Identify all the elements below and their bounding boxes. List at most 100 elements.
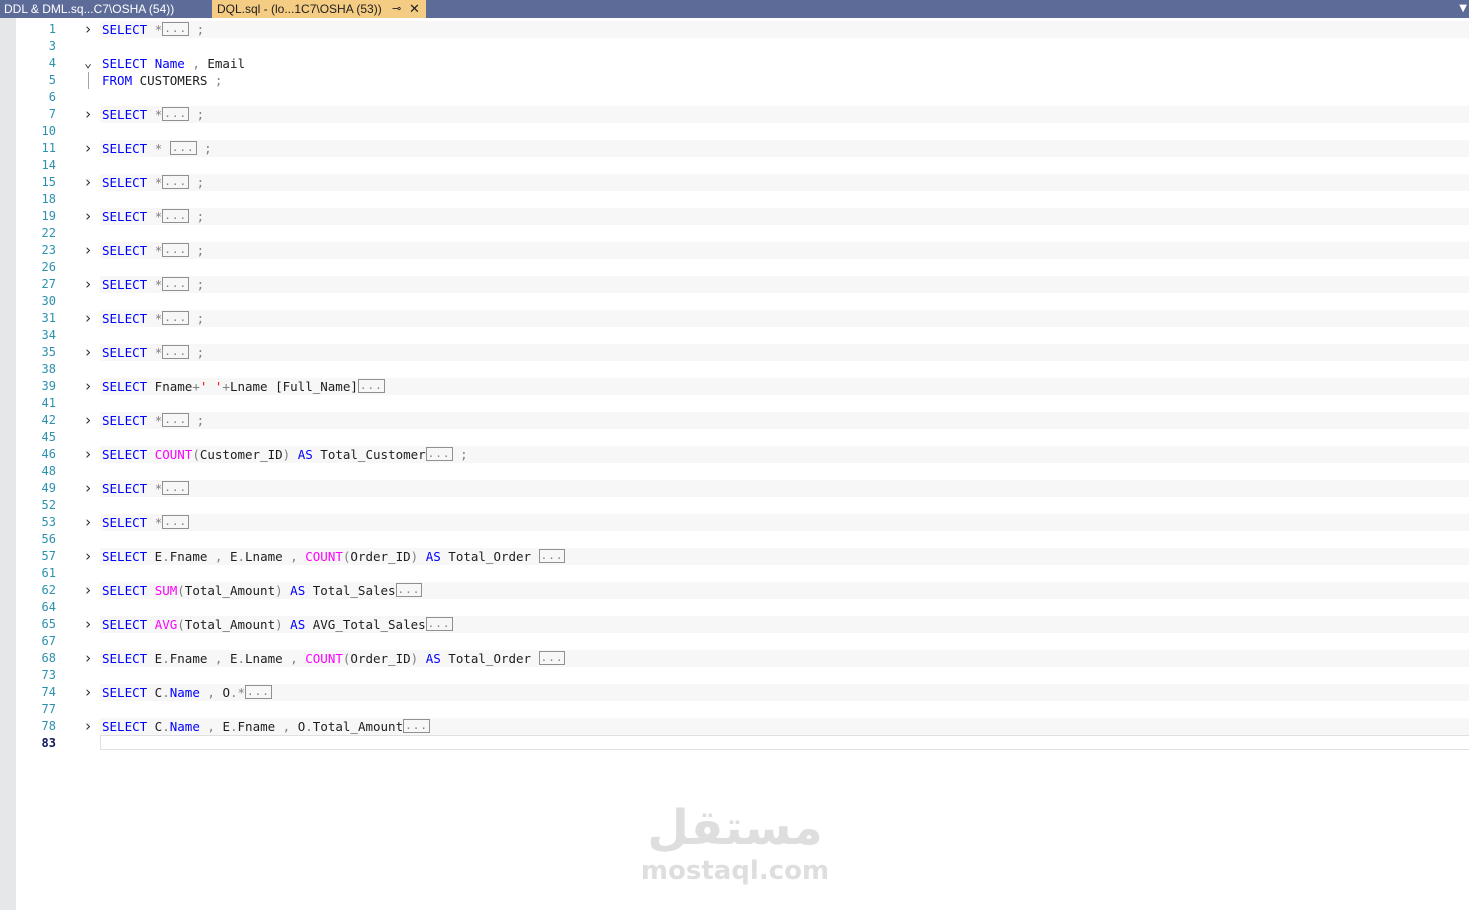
code-line[interactable]: 30 (16, 293, 1469, 310)
code-line[interactable]: 19 › SELECT *... ; (16, 208, 1469, 225)
chevron-right-icon[interactable]: › (82, 582, 94, 599)
pin-icon[interactable]: ⊸ (392, 0, 401, 18)
code-line[interactable]: 7 › SELECT *... ; (16, 106, 1469, 123)
chevron-right-icon[interactable]: › (82, 684, 94, 701)
collapsed-region-button[interactable]: ... (169, 141, 197, 155)
code-line[interactable]: 14 (16, 157, 1469, 174)
code-line[interactable]: 26 (16, 259, 1469, 276)
code-line[interactable]: 6 (16, 89, 1469, 106)
code-line[interactable]: 22 (16, 225, 1469, 242)
code-line[interactable]: 38 (16, 361, 1469, 378)
code-line[interactable]: 67 (16, 633, 1469, 650)
collapsed-region-button[interactable]: ... (162, 413, 190, 427)
collapsed-region-button[interactable]: ... (357, 379, 385, 393)
keyword-token: SELECT (102, 617, 148, 632)
code-line[interactable]: 61 (16, 565, 1469, 582)
code-line[interactable]: 15 › SELECT *... ; (16, 174, 1469, 191)
code-line[interactable]: 18 (16, 191, 1469, 208)
watermark-latin: mostaql.com (640, 856, 830, 886)
code-line[interactable]: 27 › SELECT *... ; (16, 276, 1469, 293)
code-line[interactable]: 34 (16, 327, 1469, 344)
chevron-right-icon[interactable]: › (82, 106, 94, 123)
code-line[interactable]: 35 › SELECT *... ; (16, 344, 1469, 361)
code-line[interactable]: 41 (16, 395, 1469, 412)
code-line[interactable]: 53 › SELECT *... (16, 514, 1469, 531)
code-line[interactable]: 31 › SELECT *... ; (16, 310, 1469, 327)
keyword-token: SELECT (102, 651, 148, 666)
keyword-token: SELECT (102, 311, 148, 326)
code-line[interactable]: 49 › SELECT *... (16, 480, 1469, 497)
collapsed-region-button[interactable]: ... (162, 277, 190, 291)
code-line[interactable]: 62 › SELECT SUM(Total_Amount) AS Total_Sal… (16, 582, 1469, 599)
collapsed-region-button[interactable]: ... (162, 311, 190, 325)
code-line[interactable]: 42 › SELECT *... ; (16, 412, 1469, 429)
code-line[interactable]: 73 (16, 667, 1469, 684)
tab-ddl-dml[interactable]: DDL & DML.sq...C7\OSHA (54)) (0, 0, 212, 18)
collapsed-region-button[interactable]: ... (395, 583, 423, 597)
collapsed-region-button[interactable]: ... (425, 447, 453, 461)
collapsed-region-button[interactable]: ... (162, 22, 190, 36)
chevron-right-icon[interactable]: › (82, 174, 94, 191)
code-editor[interactable]: 1 › SELECT *... ; 3 4 ⌄ SELECT Name , Email 5 FR… (16, 18, 1469, 910)
chevron-right-icon[interactable]: › (82, 650, 94, 667)
close-icon[interactable]: ✕ (409, 0, 420, 18)
chevron-right-icon[interactable]: › (82, 412, 94, 429)
collapsed-region-button[interactable]: ... (162, 175, 190, 189)
code-text: SELECT *... ; (102, 174, 204, 191)
chevron-right-icon[interactable]: › (82, 718, 94, 735)
code-line[interactable]: 10 (16, 123, 1469, 140)
code-line[interactable]: 11 › SELECT * ... ; (16, 140, 1469, 157)
chevron-right-icon[interactable]: › (82, 378, 94, 395)
chevron-right-icon[interactable]: › (82, 140, 94, 157)
collapsed-region-button[interactable]: ... (162, 243, 190, 257)
chevron-right-icon[interactable]: › (82, 514, 94, 531)
tab-dql[interactable]: DQL.sql - (lo...1C7\OSHA (53)) ⊸ ✕ (212, 0, 426, 18)
chevron-right-icon[interactable]: › (82, 616, 94, 633)
chevron-right-icon[interactable]: › (82, 310, 94, 327)
collapsed-region-button[interactable]: ... (162, 345, 190, 359)
code-line[interactable]: 56 (16, 531, 1469, 548)
operator-token: , (207, 685, 215, 700)
code-line[interactable]: 46 › SELECT COUNT(Customer_ID) AS Total_Cu… (16, 446, 1469, 463)
code-line[interactable]: 1 › SELECT *... ; (16, 21, 1469, 38)
code-line[interactable]: 45 (16, 429, 1469, 446)
code-line[interactable]: 57 › SELECT E.Fname , E.Lname , COUNT(Orde… (16, 548, 1469, 565)
chevron-right-icon[interactable]: › (82, 21, 94, 38)
code-line[interactable]: 78 › SELECT C.Name , E.Fname , O.Total_Amo… (16, 718, 1469, 735)
code-line[interactable]: 65 › SELECT AVG(Total_Amount) AS AVG_Total… (16, 616, 1469, 633)
chevron-down-icon[interactable]: ▼ (1459, 0, 1467, 18)
collapsed-region-button[interactable]: ... (425, 617, 453, 631)
collapsed-region-button[interactable]: ... (162, 481, 190, 495)
code-line[interactable]: 4 ⌄ SELECT Name , Email (16, 55, 1469, 72)
collapsed-region-button[interactable]: ... (162, 209, 190, 223)
code-line[interactable]: 83 (16, 735, 1469, 752)
chevron-right-icon[interactable]: › (82, 242, 94, 259)
code-line[interactable]: 39 › SELECT Fname+' '+Lname [Full_Name]... (16, 378, 1469, 395)
collapsed-region-button[interactable]: ... (403, 719, 430, 733)
identifier-token: Fname (147, 379, 193, 394)
code-line[interactable]: 52 (16, 497, 1469, 514)
chevron-right-icon[interactable]: › (82, 548, 94, 565)
keyword-token: SELECT (102, 141, 148, 156)
chevron-down-icon[interactable]: ⌄ (82, 55, 94, 72)
line-number: 27 (41, 277, 56, 291)
chevron-right-icon[interactable]: › (82, 276, 94, 293)
code-line[interactable]: 77 (16, 701, 1469, 718)
code-line[interactable]: 5 FROM CUSTOMERS ; (16, 72, 1469, 89)
collapsed-region-button[interactable]: ... (245, 685, 272, 699)
chevron-right-icon[interactable]: › (82, 344, 94, 361)
code-line[interactable]: 23 › SELECT *... ; (16, 242, 1469, 259)
collapsed-region-button[interactable]: ... (538, 549, 566, 563)
chevron-right-icon[interactable]: › (82, 480, 94, 497)
code-line[interactable]: 74 › SELECT C.Name , O.*... (16, 684, 1469, 701)
code-line[interactable]: 68 › SELECT E.Fname , E.Lname , COUNT(Orde… (16, 650, 1469, 667)
collapsed-region-button[interactable]: ... (538, 651, 566, 665)
code-text: SELECT *... ; (102, 344, 204, 361)
chevron-right-icon[interactable]: › (82, 208, 94, 225)
code-line[interactable]: 48 (16, 463, 1469, 480)
chevron-right-icon[interactable]: › (82, 446, 94, 463)
collapsed-region-button[interactable]: ... (162, 515, 190, 529)
code-line[interactable]: 64 (16, 599, 1469, 616)
collapsed-region-button[interactable]: ... (162, 107, 190, 121)
code-line[interactable]: 3 (16, 38, 1469, 55)
